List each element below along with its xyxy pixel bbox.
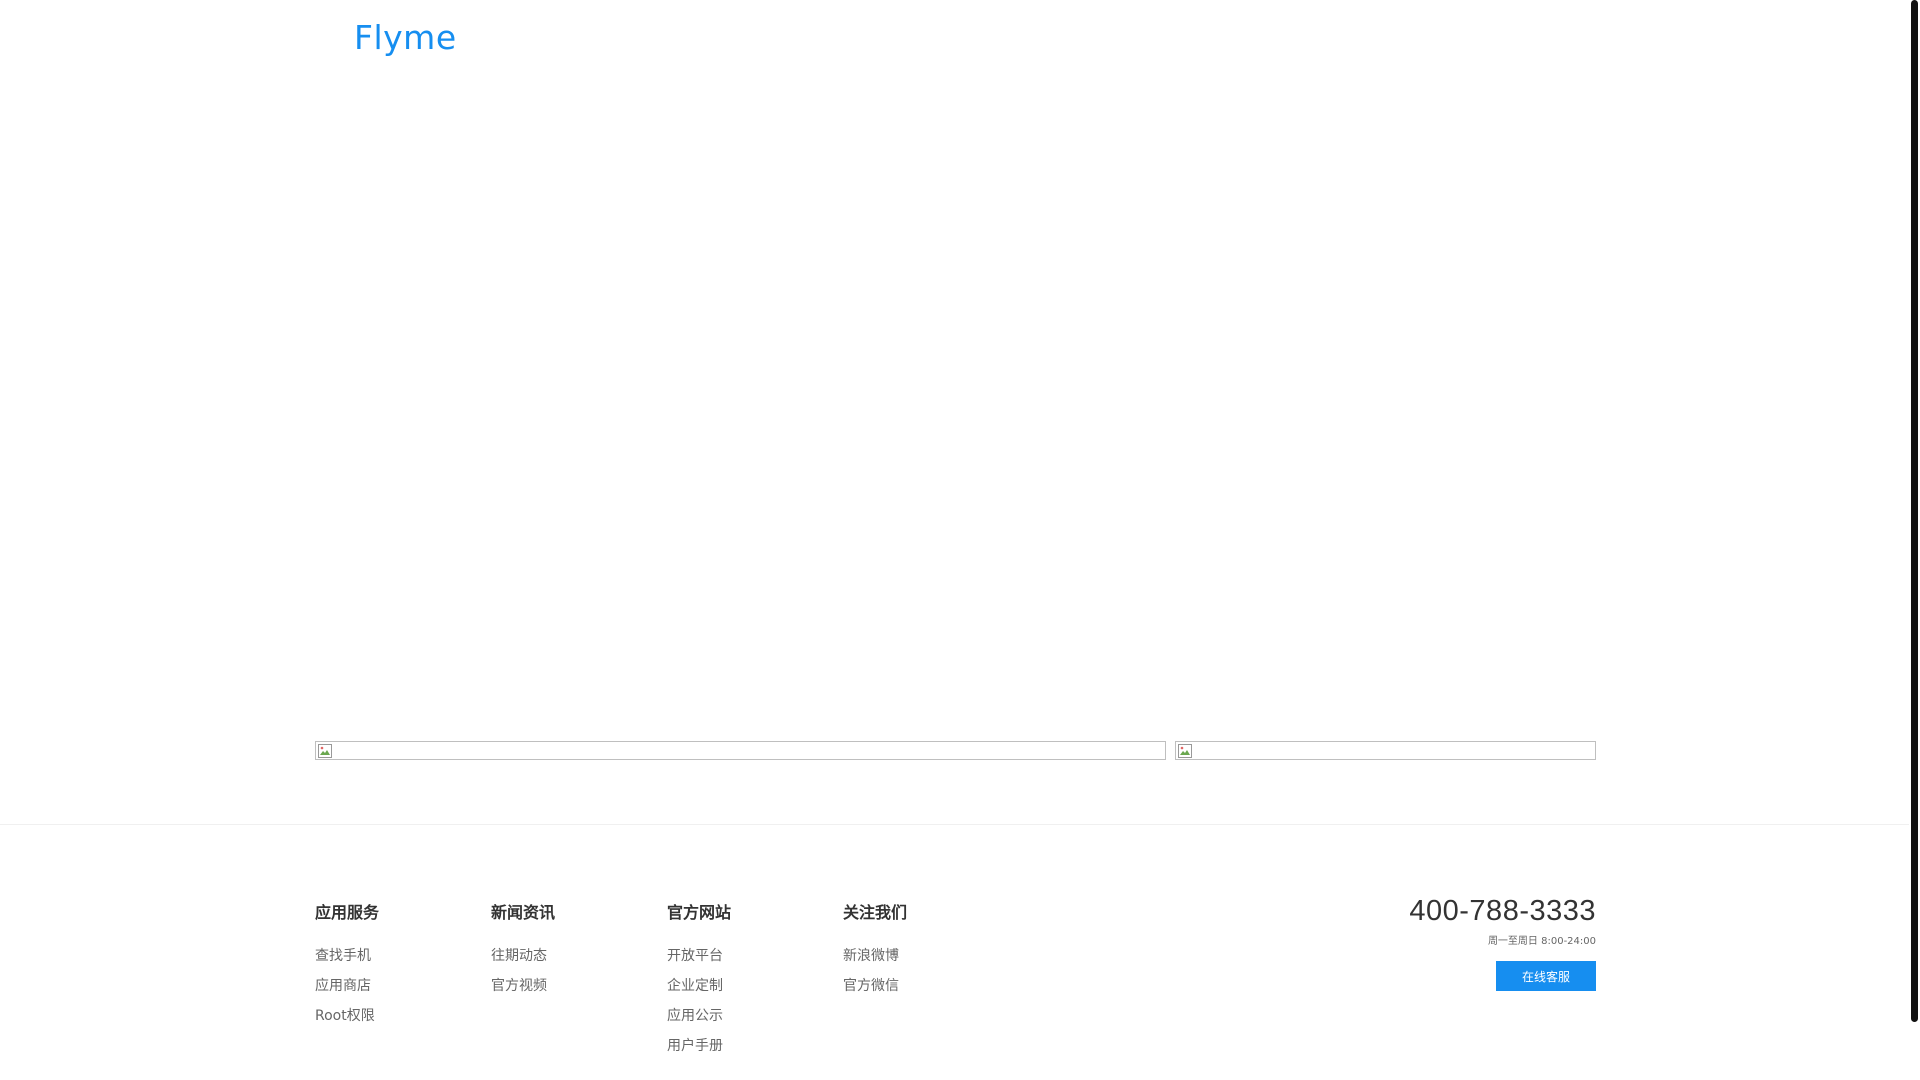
hero-area <box>0 80 1920 730</box>
footer-link-open-platform[interactable]: 开放平台 <box>667 947 731 965</box>
footer-column-follow-us: 关注我们 新浪微博 官方微信 <box>843 903 907 1007</box>
contact-block: 400-788-3333 周一至周日 8:00-24:00 在线客服 <box>1409 893 1596 991</box>
banner-right[interactable] <box>1175 741 1596 760</box>
hotline-number: 400-788-3333 <box>1409 895 1596 927</box>
footer-link-app-notice[interactable]: 应用公示 <box>667 1007 731 1025</box>
footer-column-app-services: 应用服务 查找手机 应用商店 Root权限 <box>315 903 379 1037</box>
footer-link-app-store[interactable]: 应用商店 <box>315 977 379 995</box>
service-hours: 周一至周日 8:00-24:00 <box>1487 936 1596 947</box>
scrollbar-thumb[interactable] <box>1911 0 1918 1022</box>
footer-column-title: 应用服务 <box>315 903 380 922</box>
footer-column-news: 新闻资讯 往期动态 官方视频 <box>491 903 555 1007</box>
footer-column-title: 关注我们 <box>843 903 908 922</box>
footer-link-weibo[interactable]: 新浪微博 <box>843 947 907 965</box>
footer-link-past-news[interactable]: 往期动态 <box>491 947 555 965</box>
footer-link-wechat[interactable]: 官方微信 <box>843 977 907 995</box>
footer-link-official-video[interactable]: 官方视频 <box>491 977 555 995</box>
footer-column-official-sites: 官方网站 开放平台 企业定制 应用公示 用户手册 <box>667 903 731 1067</box>
footer-link-enterprise[interactable]: 企业定制 <box>667 977 731 995</box>
scrollbar[interactable] <box>1909 0 1920 1080</box>
footer-link-find-phone[interactable]: 查找手机 <box>315 947 379 965</box>
footer-column-title: 新闻资讯 <box>491 903 556 922</box>
footer-column-title: 官方网站 <box>667 903 732 922</box>
flyme-logo[interactable]: Flyme <box>354 18 457 57</box>
banner-left[interactable] <box>315 741 1166 760</box>
footer: 应用服务 查找手机 应用商店 Root权限 新闻资讯 往期动态 官方视频 官方网… <box>0 825 1920 1080</box>
broken-image-icon <box>1178 744 1192 758</box>
footer-link-user-manual[interactable]: 用户手册 <box>667 1037 731 1055</box>
page: Flyme 应用服务 查找手机 应用商店 Root权限 新闻资讯 往期动态 官方… <box>0 0 1920 1080</box>
online-service-button[interactable]: 在线客服 <box>1496 961 1596 991</box>
header: Flyme <box>0 0 1920 80</box>
footer-link-root[interactable]: Root权限 <box>315 1007 379 1025</box>
broken-image-icon <box>318 744 332 758</box>
